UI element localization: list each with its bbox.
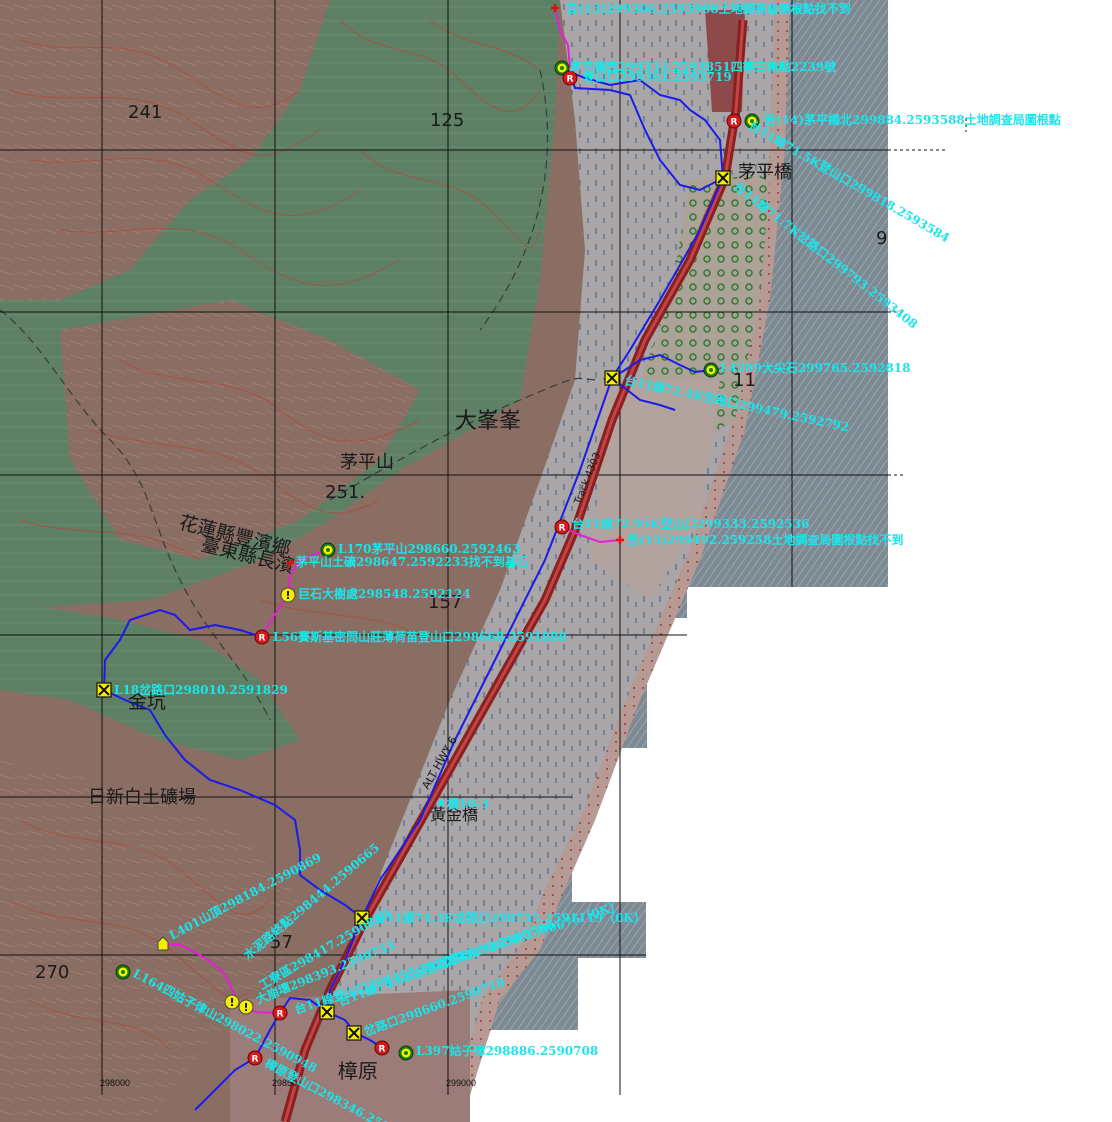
elevation-270: 270 xyxy=(35,962,69,983)
junction-marker-icon[interactable] xyxy=(604,370,620,386)
svg-text:!: ! xyxy=(243,1001,248,1014)
warn-marker-icon[interactable]: ! xyxy=(224,994,240,1010)
ref-marker-icon[interactable]: R xyxy=(272,1005,288,1021)
place-zhangyuan: 樟原 xyxy=(338,1059,378,1083)
peak-marker-icon[interactable] xyxy=(115,964,131,980)
svg-text:R: R xyxy=(379,1045,386,1055)
junction-marker-icon[interactable] xyxy=(715,170,731,186)
elevation-251: 251. xyxy=(325,482,365,503)
elevation-9: 9 xyxy=(876,228,887,249)
waypoint-label-w1[interactable]: 苦(13)299306.2593908土地調查局圖根點找不到 xyxy=(566,1,851,16)
waypoint-label-w7[interactable]: L4289大尖石299765.2592818 xyxy=(720,360,911,375)
place-quarry: 日新白土礦場 xyxy=(88,787,196,808)
waypoint-label-w27[interactable]: L397姑子律298886.2590708 xyxy=(416,1043,598,1058)
elevation-125: 125 xyxy=(430,110,464,131)
waypoint-label-w13[interactable]: 巨石大樹處298548.2592124 xyxy=(298,586,471,601)
svg-text:R: R xyxy=(559,524,566,534)
place-maopingqiao: 茅平橋 xyxy=(738,162,792,183)
ref-marker-icon[interactable]: R xyxy=(247,1050,263,1066)
waypoint-label-w4[interactable]: 苦(14)茅平橋北299884.2593588土地調查局圖根點 xyxy=(764,112,1061,127)
bridge-marker-icon[interactable] xyxy=(438,800,444,806)
elevation-241: 241 xyxy=(128,102,162,123)
ref-marker-icon[interactable]: R xyxy=(254,629,270,645)
waypoint-label-w10[interactable]: 苦(15)299492.259258土地調查局圖根點找不到 xyxy=(627,532,903,547)
svg-text:!: ! xyxy=(285,589,290,602)
place-dafengfeng: 大峯峯 xyxy=(455,409,521,434)
peak-marker-icon[interactable] xyxy=(398,1045,414,1061)
waypoint-label-w11[interactable]: L170茅平山298660.2592463 xyxy=(338,541,520,556)
svg-text:R: R xyxy=(731,118,738,128)
warn-marker-icon[interactable]: ! xyxy=(280,587,296,603)
map-viewport: 茅平橋 大峯峯 茅平山 花蓮縣豐濱鄉 臺東縣長濱 金坑 日新白土礦場 樟原 黃金… xyxy=(0,0,1112,1122)
svg-text:R: R xyxy=(252,1055,259,1065)
waypoint-label-w14[interactable]: L56賽斯基密問山莊薄荷苗登山口298668.2591888 xyxy=(273,629,567,644)
junction-marker-icon[interactable] xyxy=(96,682,112,698)
place-maopingshan: 茅平山 xyxy=(340,452,394,473)
peak-marker-icon[interactable] xyxy=(703,362,719,378)
warn-marker-icon[interactable]: ! xyxy=(238,999,254,1015)
svg-text:!: ! xyxy=(229,996,234,1009)
junction-marker-icon[interactable] xyxy=(346,1025,362,1041)
waypoint-label-w3[interactable]: 登山口299361.2593719 xyxy=(582,69,732,84)
waypoint-label-w15[interactable]: L18岔路口298010.2591829 xyxy=(114,682,288,697)
grid-label-298000: 298000 xyxy=(100,1078,130,1088)
ref-marker-icon[interactable]: R xyxy=(726,113,742,129)
ref-marker-icon[interactable]: R xyxy=(554,519,570,535)
svg-text:R: R xyxy=(567,75,574,85)
waypoint-label-w9[interactable]: 台11線72.95K登山口299333.2592536 xyxy=(572,516,809,531)
waypoint-label-w12[interactable]: 茅平山土礦298647.2592233找不到基石 xyxy=(296,554,529,569)
waypoint-label-w16[interactable]: 橋10-3 xyxy=(447,796,489,811)
ref-marker-icon[interactable]: R xyxy=(374,1040,390,1056)
grid-label-299000: 299000 xyxy=(446,1078,476,1088)
svg-text:R: R xyxy=(277,1010,284,1020)
svg-text:R: R xyxy=(259,634,266,644)
topographic-map[interactable]: 茅平橋 大峯峯 茅平山 花蓮縣豐濱鄉 臺東縣長濱 金坑 日新白土礦場 樟原 黃金… xyxy=(0,0,1112,1122)
